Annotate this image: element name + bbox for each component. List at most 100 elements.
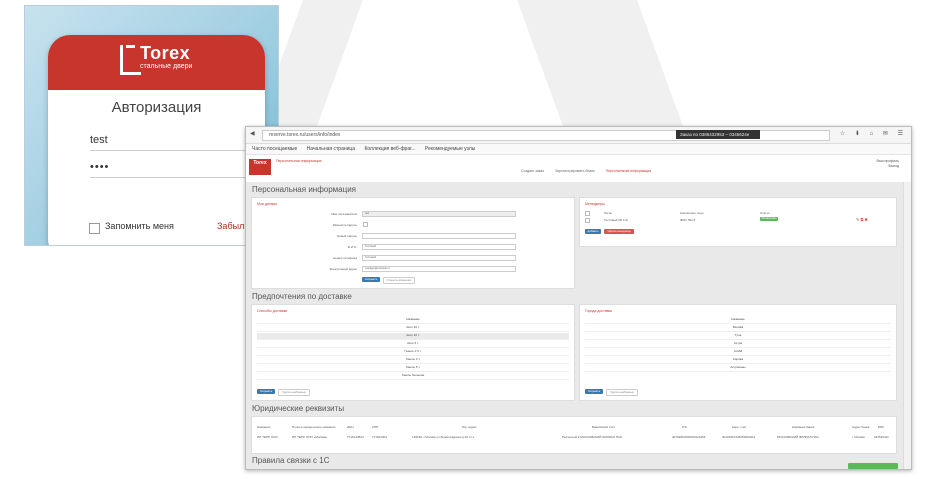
method-name: Газель 3 т.	[405, 357, 421, 361]
list-item[interactable]: Газель 5 т.	[257, 365, 569, 372]
section-title: Предпочтения по доставке	[252, 292, 352, 301]
city-name: Астраханы	[730, 365, 746, 369]
toolbar-icons[interactable]: ☆ ⬇ ⌂ ✉ ☰	[840, 130, 907, 137]
save-delivery-button[interactable]: Сохранить	[257, 389, 275, 394]
login-screenshot: Torex стальные двери Авторизация test ••…	[24, 5, 279, 246]
method-name: Авто 20 т.	[406, 325, 420, 329]
save-cities-button[interactable]: Сохранить	[585, 389, 603, 394]
city-name: Тула	[734, 333, 742, 337]
address-bar-hidden: Заказ по 0386432953 – 0345624е	[676, 130, 760, 139]
save-button[interactable]: Сохранить	[362, 277, 380, 282]
method-name: Авто 5 т.	[407, 341, 419, 345]
logout-link[interactable]: Выход	[876, 164, 899, 169]
login-header: Torex стальные двери	[48, 35, 265, 90]
list-item[interactable]: Газель 1.5 т.	[257, 349, 569, 356]
cancel-button[interactable]: Отменить изменения	[383, 277, 415, 284]
list-item[interactable]: Астраханы	[585, 365, 891, 372]
list-item[interactable]: Авто 5 т.	[257, 341, 569, 348]
add-manager-button[interactable]: Добавить	[585, 229, 601, 234]
column-header: Юр. адрес	[462, 425, 477, 429]
logo-text: Torex	[140, 43, 191, 63]
reset-delivery-button[interactable]: Удалить выбранные	[278, 389, 310, 396]
section-title: Правила связки с 1С	[252, 456, 330, 465]
panel-title: Менеджеры	[585, 202, 605, 206]
column-header: Банковский счёт	[592, 425, 615, 429]
row-actions-icon[interactable]: ✎ ⧉ ✖	[856, 217, 868, 222]
username-field[interactable]: test	[362, 211, 516, 217]
column-header: Контактное лицо	[680, 211, 704, 215]
column-header: Логин	[604, 211, 613, 215]
change-password-checkbox[interactable]	[363, 222, 368, 227]
city-name: Астра	[733, 341, 743, 345]
manager-login: Тестовый (ID 1/1)	[604, 218, 629, 222]
legal-cell: 40702810000000123456	[672, 435, 706, 439]
legal-panel: Название Полное юридическое название ИНН…	[251, 416, 897, 454]
bookmark-item[interactable]: Начальная страница	[307, 146, 355, 152]
phone-field[interactable]: Тестовый	[362, 255, 516, 261]
column-header: Название	[257, 425, 271, 429]
method-name: Газель 1.5 т.	[404, 349, 422, 353]
panel-title: Мои данные	[257, 202, 278, 206]
method-name: Авто 10 т.	[406, 333, 420, 337]
column-header: Название	[406, 317, 420, 321]
legal-cell: Расчетный в МОСКОВСКИЙ ФИЛИАЛ ПАО	[562, 435, 623, 439]
list-item[interactable]: Тула	[585, 333, 891, 340]
bookmark-item[interactable]: Коллекция веб-фраг...	[364, 146, 415, 152]
bookmarks-bar: Часто посещаемые Начальная страница Колл…	[246, 144, 911, 155]
legal-cell: 7716143824	[347, 435, 364, 439]
select-all-checkbox[interactable]	[585, 211, 590, 216]
browser-toolbar: ◀ reserve.torex.ru/users/info/index Зака…	[246, 127, 911, 144]
nav-item[interactable]: Зарегистрировать бланк	[555, 169, 595, 173]
my-data-panel: Мои данные Имя пользователя test Изменит…	[251, 197, 575, 289]
list-item[interactable]: Авто 10 т.	[257, 333, 569, 340]
rules-action-button[interactable]	[848, 463, 898, 469]
reset-cities-button[interactable]: Удалить выбранные	[606, 389, 638, 396]
site-logo[interactable]: Torex	[249, 159, 271, 175]
delivery-methods-panel: Способы доставки Название Авто 20 т. Авт…	[251, 304, 575, 401]
torex-logo-icon	[120, 45, 141, 75]
panel-title: Способы доставки	[257, 309, 288, 313]
section-title: Юридические реквизиты	[252, 404, 345, 413]
list-item[interactable]: Астра	[585, 341, 891, 348]
legal-cell: МОСКОВСКИЙ ФИЛИАЛ ПАО	[777, 435, 819, 439]
legal-cell: ИП ТЕРР ООО	[257, 435, 278, 439]
page-scrollbar[interactable]	[903, 182, 911, 469]
legal-cell: 125190, г.Москва ул.Ленинградская д.42 с…	[412, 435, 474, 439]
column-header: Адрес банка	[852, 425, 870, 429]
table-header: Название	[257, 317, 569, 324]
username-input[interactable]: test	[90, 134, 258, 151]
method-name: Газель большая	[401, 373, 425, 377]
list-item[interactable]: Газель 3 т.	[257, 357, 569, 364]
legal-cell: 771601001	[372, 435, 388, 439]
back-icon[interactable]: ◀	[250, 130, 255, 137]
row-checkbox[interactable]	[585, 218, 590, 223]
list-item[interactable]: Газель большая	[257, 373, 569, 380]
field-label: Новый пароль	[337, 234, 357, 238]
column-header: ИНН	[347, 425, 354, 429]
nav-item[interactable]: Персональная информация	[606, 169, 652, 173]
manager-name: ФИО ТЕСТ	[680, 218, 696, 222]
browser-window: ◀ reserve.torex.ru/users/info/index Зака…	[245, 126, 912, 470]
list-item[interactable]: Авто 20 т.	[257, 325, 569, 332]
password-input[interactable]: ••••	[90, 161, 258, 178]
legal-cell: г. Москва	[852, 435, 865, 439]
list-item[interactable]: Атабй	[585, 349, 891, 356]
list-item[interactable]: Кирова	[585, 357, 891, 364]
remove-manager-button[interactable]: Удалить менеджера	[604, 229, 634, 234]
field-label: Изменить пароль	[332, 223, 357, 227]
remember-checkbox[interactable]	[89, 223, 100, 234]
breadcrumb[interactable]: Персональная информация	[276, 159, 322, 163]
bookmark-item[interactable]: Часто посещаемые	[252, 146, 297, 152]
column-header: БИК	[878, 425, 884, 429]
torex-logo-mark	[126, 45, 135, 48]
panel-title: Города доставки	[585, 309, 612, 313]
list-item[interactable]: Москва	[585, 325, 891, 332]
bookmark-item[interactable]: Рекомендуемые узлы	[425, 146, 476, 152]
logo-subtitle: стальные двери	[140, 63, 193, 70]
nav-item[interactable]: Создать заказ	[521, 169, 544, 173]
fullname-field[interactable]: Тестовый	[362, 244, 516, 250]
email-field[interactable]: manager@example.ru	[362, 266, 516, 272]
field-label: Электронный адрес	[329, 267, 357, 271]
column-header: Название	[731, 317, 745, 321]
new-password-field[interactable]	[362, 233, 516, 239]
